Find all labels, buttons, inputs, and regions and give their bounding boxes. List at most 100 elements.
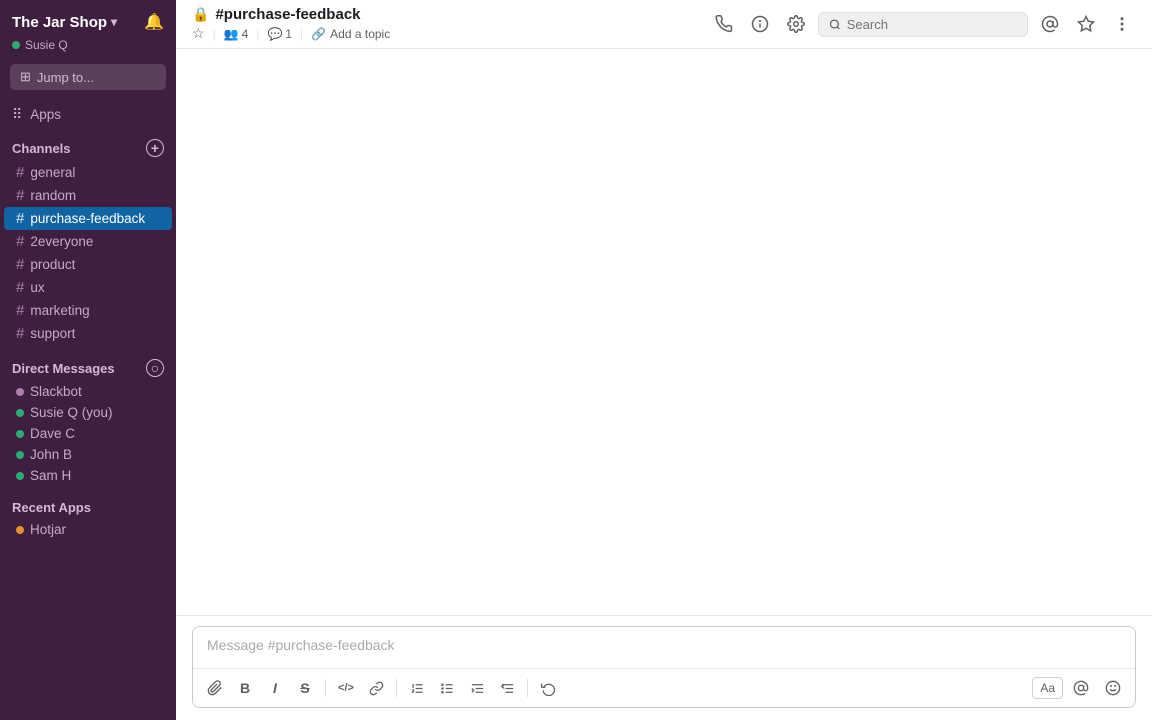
recent-app-hotjar[interactable]: Hotjar xyxy=(4,519,172,540)
threads-meta[interactable]: 💬 1 xyxy=(267,27,292,41)
channel-header: 🔒 #purchase-feedback ☆ | 👥 4 | 💬 1 | xyxy=(176,0,1152,49)
hash-icon: # xyxy=(16,325,24,342)
add-channel-icon[interactable]: + xyxy=(146,139,164,157)
emoji-button[interactable] xyxy=(1099,674,1127,702)
call-icon[interactable] xyxy=(710,10,738,38)
dm-name: Sam H xyxy=(30,468,71,483)
dm-section-header[interactable]: Direct Messages ○ xyxy=(0,353,176,381)
sidebar: The Jar Shop ▾ 🔔 Susie Q ⊞ Jump to... ⠿ … xyxy=(0,0,176,720)
star-icon[interactable]: ☆ xyxy=(192,25,205,42)
main-content: 🔒 #purchase-feedback ☆ | 👥 4 | 💬 1 | xyxy=(176,0,1152,720)
settings-icon[interactable] xyxy=(782,10,810,38)
channels-header-label: Channels xyxy=(12,141,71,156)
channel-item-random[interactable]: # random xyxy=(4,184,172,207)
dm-item-sam[interactable]: Sam H xyxy=(4,465,172,486)
search-icon xyxy=(829,18,841,31)
apps-item[interactable]: ⠿ Apps xyxy=(0,100,176,129)
attach-button[interactable] xyxy=(201,674,229,702)
meta-divider: | xyxy=(300,27,303,41)
message-toolbar: B I S </> xyxy=(193,668,1135,707)
toolbar-separator xyxy=(527,679,528,697)
app-name: Hotjar xyxy=(30,522,66,537)
dm-status-dot xyxy=(16,472,24,480)
user-status: Susie Q xyxy=(0,36,176,60)
dm-status-dot xyxy=(16,409,24,417)
channel-name: random xyxy=(30,188,76,203)
add-topic-button[interactable]: 🔗 Add a topic xyxy=(311,27,390,41)
message-input-box: B I S </> xyxy=(192,626,1136,708)
add-topic-link-icon: 🔗 xyxy=(311,27,326,41)
channel-name: purchase-feedback xyxy=(30,211,145,226)
dm-status-dot xyxy=(16,430,24,438)
ordered-list-button[interactable] xyxy=(403,674,431,702)
channel-header-left: 🔒 #purchase-feedback ☆ | 👥 4 | 💬 1 | xyxy=(192,6,390,42)
bookmark-icon[interactable] xyxy=(1072,10,1100,38)
dm-name: John B xyxy=(30,447,72,462)
hash-icon: # xyxy=(16,233,24,250)
members-count: 4 xyxy=(242,27,249,41)
bell-icon[interactable]: 🔔 xyxy=(144,12,164,32)
hash-icon: # xyxy=(16,210,24,227)
recent-apps-section-header[interactable]: Recent Apps xyxy=(0,494,176,519)
hash-icon: # xyxy=(16,164,24,181)
info-icon[interactable] xyxy=(746,10,774,38)
format-toggle-button[interactable]: Aa xyxy=(1032,677,1063,699)
channel-item-purchase-feedback[interactable]: # purchase-feedback xyxy=(4,207,172,230)
recent-apps-section: Recent Apps Hotjar xyxy=(0,490,176,544)
search-input[interactable] xyxy=(847,17,1017,32)
indent-button[interactable] xyxy=(463,674,491,702)
channel-name: support xyxy=(30,326,75,341)
at-mention-icon[interactable] xyxy=(1036,10,1064,38)
dm-item-susie[interactable]: Susie Q (you) xyxy=(4,402,172,423)
more-icon[interactable] xyxy=(1108,10,1136,38)
dm-item-slackbot[interactable]: Slackbot xyxy=(4,381,172,402)
dm-name: Susie Q (you) xyxy=(30,405,113,420)
message-input-container: B I S </> xyxy=(176,615,1152,720)
channel-item-product[interactable]: # product xyxy=(4,253,172,276)
channel-name: product xyxy=(30,257,75,272)
channel-meta: ☆ | 👥 4 | 💬 1 | 🔗 Add a topic xyxy=(192,25,390,42)
members-icon: 👥 xyxy=(224,27,239,41)
workspace-name-text: The Jar Shop xyxy=(12,14,107,31)
thread-icon: 💬 xyxy=(267,27,282,41)
channel-item-support[interactable]: # support xyxy=(4,322,172,345)
channel-item-general[interactable]: # general xyxy=(4,161,172,184)
bold-button[interactable]: B xyxy=(231,674,259,702)
bullet-list-button[interactable] xyxy=(433,674,461,702)
channels-section-header[interactable]: Channels + xyxy=(0,133,176,161)
hash-icon: # xyxy=(16,279,24,296)
link-button[interactable] xyxy=(362,674,390,702)
new-dm-icon[interactable]: ○ xyxy=(146,359,164,377)
jump-to-label: Jump to... xyxy=(37,70,94,85)
hash-icon: # xyxy=(16,302,24,319)
dm-header-label: Direct Messages xyxy=(12,361,115,376)
dm-status-dot xyxy=(16,388,24,396)
code-button[interactable]: </> xyxy=(332,674,360,702)
channel-header-right xyxy=(710,10,1136,38)
channels-section: Channels + # general # random # purchase… xyxy=(0,129,176,349)
channel-item-ux[interactable]: # ux xyxy=(4,276,172,299)
strikethrough-button[interactable]: S xyxy=(291,674,319,702)
jump-to-button[interactable]: ⊞ Jump to... xyxy=(10,64,166,90)
channel-item-2everyone[interactable]: # 2everyone xyxy=(4,230,172,253)
members-meta[interactable]: 👥 4 xyxy=(224,27,249,41)
toolbar-separator xyxy=(325,679,326,697)
jump-to-icon: ⊞ xyxy=(20,69,31,85)
channel-item-marketing[interactable]: # marketing xyxy=(4,299,172,322)
channel-title-area: 🔒 #purchase-feedback ☆ | 👥 4 | 💬 1 | xyxy=(192,6,390,42)
dm-name: Slackbot xyxy=(30,384,82,399)
workspace-name[interactable]: The Jar Shop ▾ xyxy=(12,14,117,31)
outdent-button[interactable] xyxy=(493,674,521,702)
sidebar-header: The Jar Shop ▾ 🔔 xyxy=(0,0,176,36)
lock-icon: 🔒 xyxy=(192,6,209,23)
italic-button[interactable]: I xyxy=(261,674,289,702)
undo-icon[interactable] xyxy=(534,674,562,702)
hash-icon: # xyxy=(16,256,24,273)
dm-item-dave[interactable]: Dave C xyxy=(4,423,172,444)
channel-title: 🔒 #purchase-feedback xyxy=(192,6,390,23)
dm-item-john[interactable]: John B xyxy=(4,444,172,465)
at-icon[interactable] xyxy=(1067,674,1095,702)
message-input-field[interactable] xyxy=(193,627,1135,663)
add-topic-label: Add a topic xyxy=(330,27,390,41)
search-bar[interactable] xyxy=(818,12,1028,37)
